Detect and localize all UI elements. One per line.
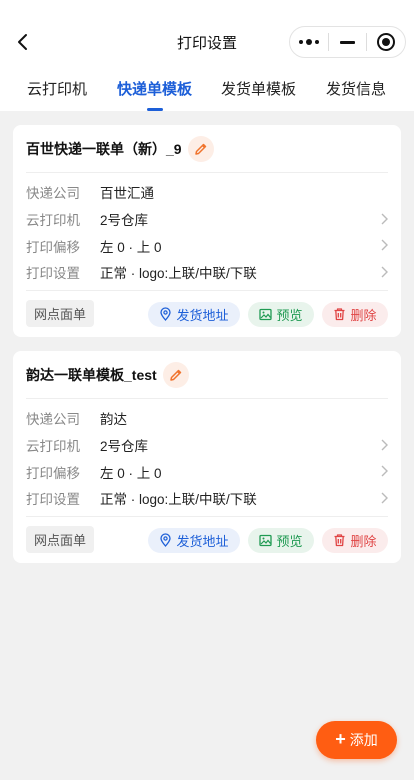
delete-button[interactable]: 删除 [322,301,388,327]
field-label: 云打印机 [26,439,80,455]
field-label: 快递公司 [26,186,80,202]
preview-label: 预览 [276,533,303,549]
image-icon [259,308,273,320]
tab-express-template[interactable]: 快递单模板 [117,78,192,99]
delete-label: 删除 [350,307,377,323]
close-target-icon[interactable] [367,27,405,57]
preview-button[interactable]: 预览 [248,527,314,553]
trash-icon [334,534,345,547]
ship-address-label: 发货地址 [176,533,229,549]
image-icon [259,534,273,546]
printer-row[interactable]: 云打印机 2号仓库 [26,206,388,233]
printer-value: 2号仓库 [100,439,149,455]
offset-value: 左 0 · 上 0 [100,239,162,255]
card-header: 百世快递一联单（新）_9 [26,125,388,173]
printer-row[interactable]: 云打印机 2号仓库 [26,432,388,459]
printer-value: 2号仓库 [100,213,149,229]
tab-cloud-printer[interactable]: 云打印机 [27,78,87,99]
template-card: 百世快递一联单（新）_9 快递公司 百世汇通 云打印机 2号仓库 打印偏移 左 … [13,125,401,337]
delete-button[interactable]: 删除 [322,527,388,553]
chevron-right-icon [381,266,388,278]
plus-icon: + [335,729,346,749]
top-bar: 打印设置 云打印机 快递单模板 发货单模板 发货信息 [0,0,414,111]
field-label: 打印设置 [26,266,80,282]
settings-value: 正常 · logo:上联/中联/下联 [100,266,257,282]
field-label: 快递公司 [26,412,80,428]
ship-address-label: 发货地址 [176,307,229,323]
ship-address-button[interactable]: 发货地址 [148,301,240,327]
waybill-type-tag: 网点面单 [26,526,95,554]
courier-row: 快递公司 百世汇通 [26,179,388,206]
location-icon [160,533,172,548]
settings-row[interactable]: 打印设置 正常 · logo:上联/中联/下联 [26,485,388,512]
edit-icon[interactable] [187,135,214,162]
field-label: 云打印机 [26,213,80,229]
active-tab-indicator [147,108,163,111]
edit-icon[interactable] [162,361,189,388]
mini-program-capsule [289,26,406,58]
delete-label: 删除 [350,533,377,549]
chevron-right-icon [381,492,388,504]
card-header: 韵达一联单模板_test [26,351,388,399]
template-card: 韵达一联单模板_test 快递公司 韵达 云打印机 2号仓库 打印偏移 左 0 … [13,351,401,563]
card-footer: 网点面单 发货地址 预览 删除 [26,289,388,337]
location-icon [160,307,172,322]
tab-shipping-info[interactable]: 发货信息 [326,78,386,99]
preview-label: 预览 [276,307,303,323]
settings-value: 正常 · logo:上联/中联/下联 [100,492,257,508]
preview-button[interactable]: 预览 [248,301,314,327]
courier-row: 快递公司 韵达 [26,405,388,432]
field-label: 打印设置 [26,492,80,508]
tab-invoice-template[interactable]: 发货单模板 [221,78,296,99]
tab-bar: 云打印机 快递单模板 发货单模板 发货信息 [0,66,414,111]
courier-value: 百世汇通 [100,186,154,202]
template-title: 百世快递一联单（新）_9 [26,140,182,157]
card-footer: 网点面单 发货地址 预览 删除 [26,515,388,563]
chevron-right-icon [381,213,388,225]
offset-value: 左 0 · 上 0 [100,465,162,481]
waybill-type-tag: 网点面单 [26,300,95,328]
field-label: 打印偏移 [26,239,80,255]
more-icon[interactable] [290,27,328,57]
chevron-right-icon [381,439,388,451]
field-label: 打印偏移 [26,465,80,481]
courier-value: 韵达 [100,412,127,428]
chevron-right-icon [381,465,388,477]
nav-bar: 打印设置 [0,0,414,66]
chevron-right-icon [381,239,388,251]
add-template-button[interactable]: + 添加 [316,721,397,759]
minimize-icon[interactable] [329,27,367,57]
ship-address-button[interactable]: 发货地址 [148,527,240,553]
template-title: 韵达一联单模板_test [26,366,157,383]
offset-row[interactable]: 打印偏移 左 0 · 上 0 [26,232,388,259]
settings-row[interactable]: 打印设置 正常 · logo:上联/中联/下联 [26,259,388,286]
offset-row[interactable]: 打印偏移 左 0 · 上 0 [26,458,388,485]
trash-icon [334,308,345,321]
add-label: 添加 [349,732,378,748]
